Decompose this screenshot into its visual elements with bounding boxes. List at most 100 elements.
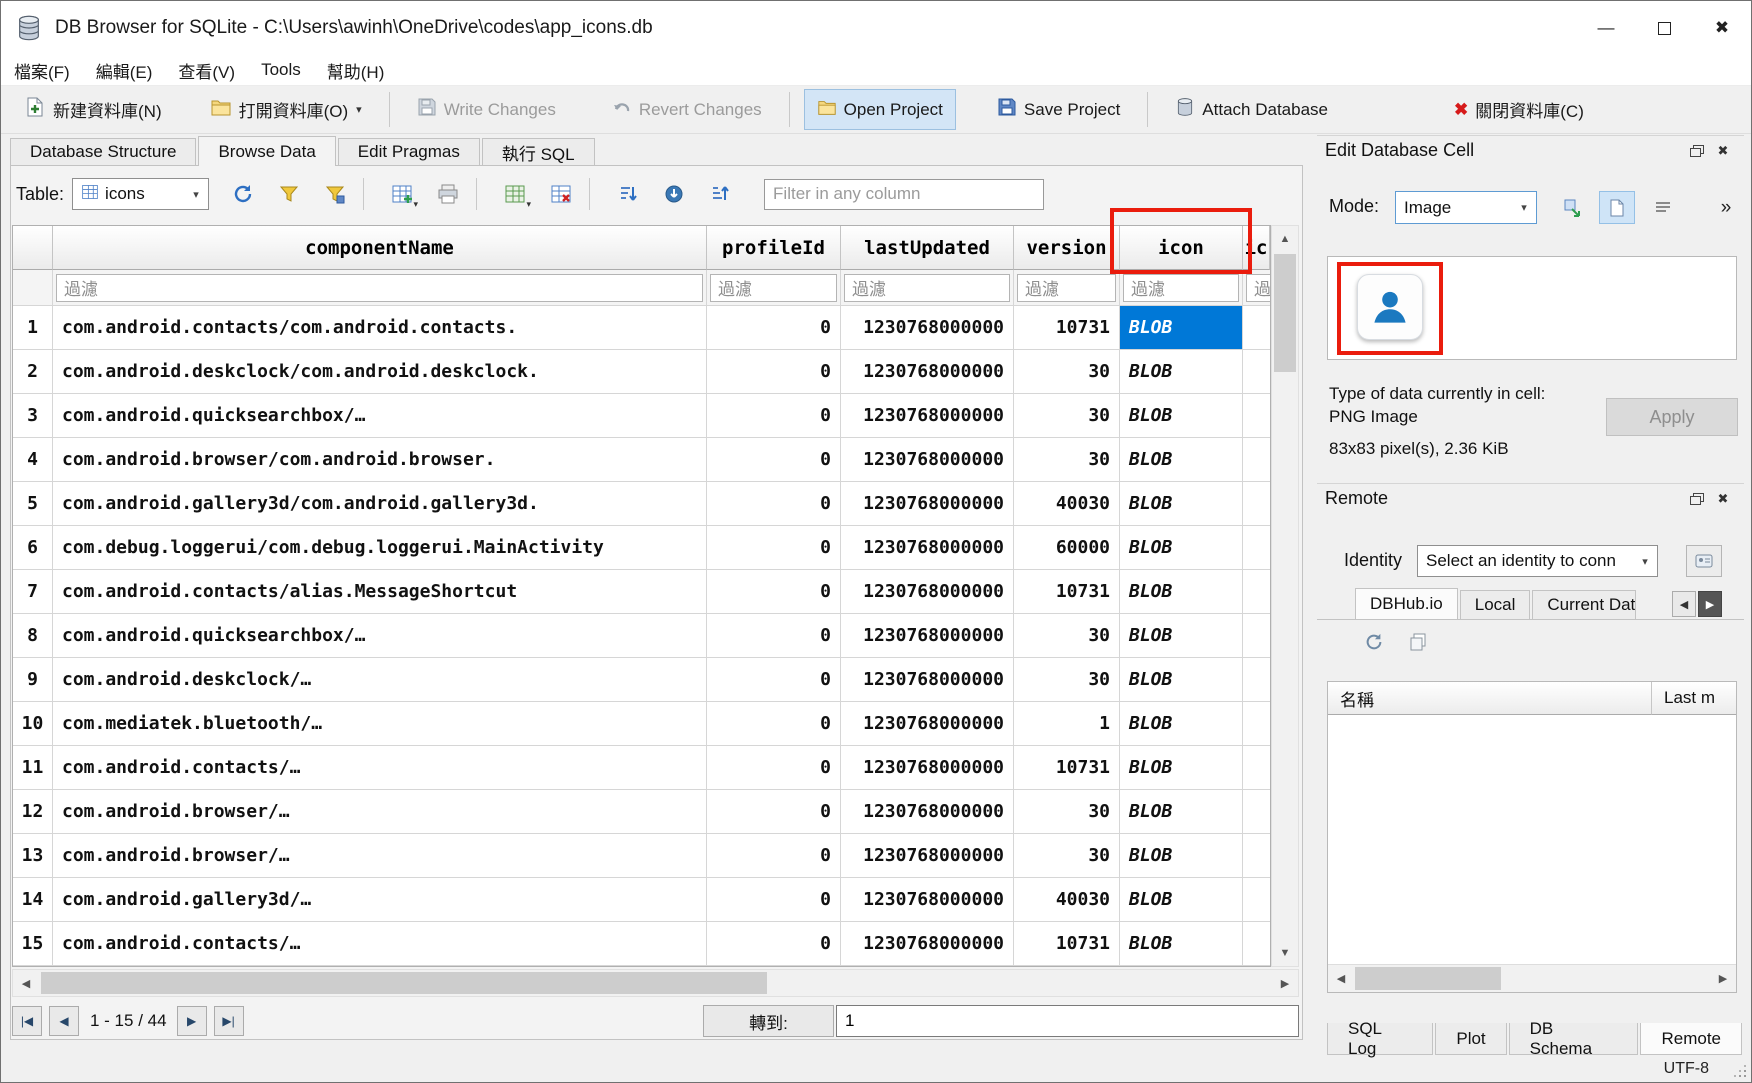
text-view-button[interactable] bbox=[1645, 191, 1681, 224]
revert-changes-button[interactable]: Revert Changes bbox=[599, 89, 775, 130]
menu-help[interactable]: 幫助(H) bbox=[314, 55, 398, 85]
goto-row-input[interactable] bbox=[836, 1005, 1299, 1037]
tab-scroll-right-button[interactable]: ▶ bbox=[1698, 591, 1722, 617]
cell-version[interactable]: 10731 bbox=[1014, 746, 1120, 790]
remote-scrollbar-thumb[interactable] bbox=[1355, 967, 1501, 990]
tab-remote[interactable]: Remote bbox=[1640, 1023, 1742, 1055]
insert-record-button[interactable]: ▾ bbox=[384, 176, 420, 212]
cell-componentname[interactable]: com.android.browser/… bbox=[53, 790, 707, 834]
cell-lastupdated[interactable]: 1230768000000 bbox=[841, 878, 1014, 922]
cell-partial[interactable] bbox=[1243, 482, 1270, 526]
attach-database-button[interactable]: Attach Database bbox=[1162, 89, 1341, 130]
cell-version[interactable]: 10731 bbox=[1014, 570, 1120, 614]
toolbar-overflow-button[interactable]: » bbox=[1711, 191, 1741, 224]
open-database-button[interactable]: 打開資料庫(O) ▾ bbox=[197, 88, 375, 131]
import-data-button[interactable] bbox=[1555, 191, 1591, 224]
tab-browse-data[interactable]: Browse Data bbox=[198, 136, 335, 166]
row-number[interactable]: 9 bbox=[13, 658, 53, 702]
table-selector[interactable]: icons ▾ bbox=[72, 178, 209, 210]
cell-icon[interactable]: BLOB bbox=[1120, 922, 1243, 966]
sort-descending-button[interactable] bbox=[702, 176, 738, 212]
tab-database-structure[interactable]: Database Structure bbox=[10, 138, 196, 166]
cell-profileid[interactable]: 0 bbox=[707, 306, 841, 350]
row-number[interactable]: 15 bbox=[13, 922, 53, 966]
cell-icon[interactable]: BLOB bbox=[1120, 306, 1243, 350]
column-header-profileid[interactable]: profileId bbox=[707, 226, 841, 270]
mode-selector[interactable]: Image ▾ bbox=[1395, 191, 1537, 224]
remote-horizontal-scrollbar[interactable]: ◀ ▶ bbox=[1328, 964, 1736, 992]
vertical-scrollbar[interactable]: ▲ ▼ bbox=[1271, 225, 1299, 967]
first-page-button[interactable]: |◀ bbox=[12, 1006, 42, 1036]
tab-plot[interactable]: Plot bbox=[1435, 1023, 1506, 1055]
row-number[interactable]: 7 bbox=[13, 570, 53, 614]
cell-partial[interactable] bbox=[1243, 790, 1270, 834]
cell-profileid[interactable]: 0 bbox=[707, 570, 841, 614]
cell-version[interactable]: 30 bbox=[1014, 790, 1120, 834]
tab-local[interactable]: Local bbox=[1460, 590, 1531, 619]
cell-profileid[interactable]: 0 bbox=[707, 790, 841, 834]
tab-scroll-left-button[interactable]: ◀ bbox=[1672, 591, 1696, 617]
cell-lastupdated[interactable]: 1230768000000 bbox=[841, 306, 1014, 350]
cell-version[interactable]: 40030 bbox=[1014, 878, 1120, 922]
cell-lastupdated[interactable]: 1230768000000 bbox=[841, 702, 1014, 746]
minimize-button[interactable]: — bbox=[1577, 1, 1635, 55]
cell-partial[interactable] bbox=[1243, 306, 1270, 350]
cell-partial[interactable] bbox=[1243, 570, 1270, 614]
cell-componentname[interactable]: com.android.quicksearchbox/… bbox=[53, 394, 707, 438]
cell-partial[interactable] bbox=[1243, 702, 1270, 746]
row-number[interactable]: 10 bbox=[13, 702, 53, 746]
write-changes-button[interactable]: Write Changes bbox=[404, 89, 569, 130]
cell-lastupdated[interactable]: 1230768000000 bbox=[841, 922, 1014, 966]
cell-lastupdated[interactable]: 1230768000000 bbox=[841, 834, 1014, 878]
scroll-right-icon[interactable]: ▶ bbox=[1272, 970, 1298, 996]
cell-icon[interactable]: BLOB bbox=[1120, 438, 1243, 482]
cell-version[interactable]: 30 bbox=[1014, 438, 1120, 482]
cell-lastupdated[interactable]: 1230768000000 bbox=[841, 570, 1014, 614]
row-number[interactable]: 12 bbox=[13, 790, 53, 834]
resize-grip[interactable] bbox=[1744, 1075, 1746, 1077]
row-number[interactable]: 2 bbox=[13, 350, 53, 394]
cell-componentname[interactable]: com.debug.loggerui/com.debug.loggerui.Ma… bbox=[53, 526, 707, 570]
horizontal-scrollbar[interactable]: ◀ ▶ bbox=[12, 969, 1299, 997]
cell-componentname[interactable]: com.android.gallery3d/com.android.galler… bbox=[53, 482, 707, 526]
column-header-version[interactable]: version bbox=[1014, 226, 1120, 270]
row-number[interactable]: 3 bbox=[13, 394, 53, 438]
cell-partial[interactable] bbox=[1243, 746, 1270, 790]
filter-field-icon[interactable]: 過濾 bbox=[1123, 274, 1239, 302]
goto-row-button[interactable]: 轉到: bbox=[703, 1005, 834, 1037]
tab-dbhub[interactable]: DBHub.io bbox=[1355, 588, 1458, 619]
cell-lastupdated[interactable]: 1230768000000 bbox=[841, 658, 1014, 702]
close-database-button[interactable]: ✖ 關閉資料庫(C) bbox=[1441, 89, 1597, 130]
identity-settings-button[interactable] bbox=[1686, 545, 1722, 577]
cell-icon[interactable]: BLOB bbox=[1120, 526, 1243, 570]
scroll-left-icon[interactable]: ◀ bbox=[13, 970, 39, 996]
save-filter-button[interactable] bbox=[317, 176, 353, 212]
cell-icon[interactable]: BLOB bbox=[1120, 790, 1243, 834]
save-project-button[interactable]: Save Project bbox=[984, 89, 1133, 130]
last-page-button[interactable]: ▶| bbox=[214, 1006, 244, 1036]
refresh-button[interactable] bbox=[225, 176, 261, 212]
row-number[interactable]: 1 bbox=[13, 306, 53, 350]
menu-view[interactable]: 查看(V) bbox=[165, 55, 248, 85]
document-view-button[interactable] bbox=[1599, 191, 1635, 224]
filter-input[interactable] bbox=[764, 179, 1044, 210]
menu-file[interactable]: 檔案(F) bbox=[1, 55, 83, 85]
open-project-button[interactable]: Open Project bbox=[804, 89, 956, 130]
cell-lastupdated[interactable]: 1230768000000 bbox=[841, 394, 1014, 438]
cell-lastupdated[interactable]: 1230768000000 bbox=[841, 790, 1014, 834]
identity-selector[interactable]: Select an identity to conne ▾ bbox=[1417, 545, 1658, 577]
filter-field-version[interactable]: 過濾 bbox=[1017, 274, 1116, 302]
cell-componentname[interactable]: com.android.contacts/com.android.contact… bbox=[53, 306, 707, 350]
scroll-up-icon[interactable]: ▲ bbox=[1272, 226, 1298, 252]
tab-sql-log[interactable]: SQL Log bbox=[1327, 1023, 1433, 1055]
cell-lastupdated[interactable]: 1230768000000 bbox=[841, 438, 1014, 482]
cell-version[interactable]: 1 bbox=[1014, 702, 1120, 746]
scroll-down-icon[interactable]: ▼ bbox=[1272, 940, 1298, 966]
menu-edit[interactable]: 編輯(E) bbox=[83, 55, 166, 85]
cell-icon[interactable]: BLOB bbox=[1120, 702, 1243, 746]
cell-componentname[interactable]: com.android.browser/… bbox=[53, 834, 707, 878]
cell-profileid[interactable]: 0 bbox=[707, 614, 841, 658]
cell-partial[interactable] bbox=[1243, 350, 1270, 394]
cell-lastupdated[interactable]: 1230768000000 bbox=[841, 746, 1014, 790]
filter-field-partial[interactable]: 過濾 bbox=[1246, 274, 1270, 302]
